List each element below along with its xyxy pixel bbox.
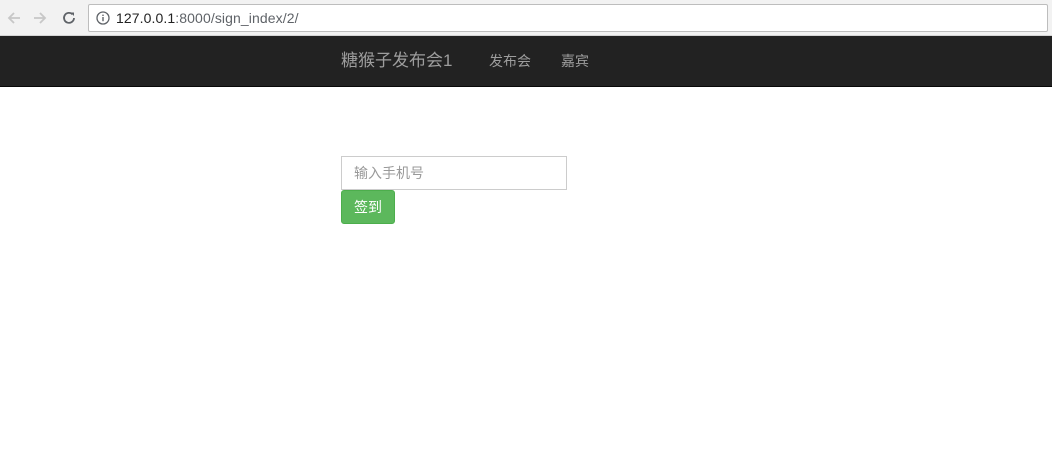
url-host: 127.0.0.1 xyxy=(116,10,176,26)
site-navbar: 糖猴子发布会1 发布会 嘉宾 xyxy=(0,36,1052,87)
arrow-left-icon xyxy=(7,12,20,24)
sign-in-button[interactable]: 签到 xyxy=(341,190,395,224)
reload-icon xyxy=(63,11,75,24)
address-bar[interactable]: 127.0.0.1:8000/sign_index/2/ xyxy=(88,4,1048,32)
brand-link[interactable]: 糖猴子发布会1 xyxy=(341,51,452,71)
forward-button[interactable] xyxy=(29,7,51,29)
url-text[interactable]: 127.0.0.1:8000/sign_index/2/ xyxy=(116,10,299,26)
phone-input[interactable] xyxy=(341,156,567,190)
nav-link-guests[interactable]: 嘉宾 xyxy=(561,52,589,70)
info-icon[interactable] xyxy=(96,11,110,25)
arrow-right-icon xyxy=(34,12,47,24)
nav-link-events[interactable]: 发布会 xyxy=(489,52,531,70)
reload-button[interactable] xyxy=(58,7,80,29)
back-button[interactable] xyxy=(3,7,25,29)
browser-toolbar: 127.0.0.1:8000/sign_index/2/ xyxy=(0,0,1052,36)
url-path: :8000/sign_index/2/ xyxy=(175,10,299,26)
